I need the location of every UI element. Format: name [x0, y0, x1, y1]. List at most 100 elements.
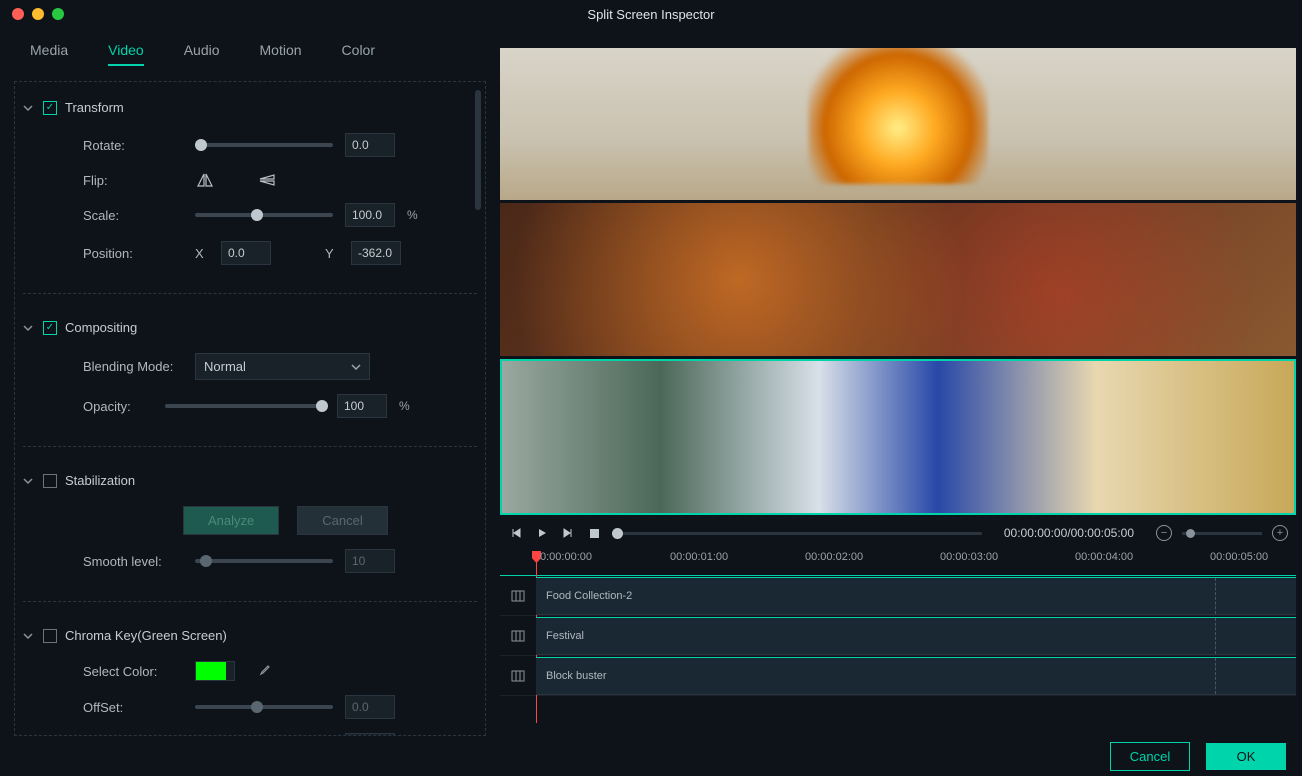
- close-window[interactable]: [12, 8, 24, 20]
- y-label: Y: [325, 246, 339, 261]
- flip-label: Flip:: [83, 173, 183, 188]
- scale-label: Scale:: [83, 208, 183, 223]
- preview-strip-3[interactable]: [500, 359, 1296, 515]
- scrollbar[interactable]: [475, 90, 481, 210]
- opacity-label: Opacity:: [83, 399, 153, 414]
- stabilization-checkbox[interactable]: ✓: [43, 474, 57, 488]
- preview-viewport: [500, 48, 1296, 515]
- x-label: X: [195, 246, 209, 261]
- ruler-tick: 00:00:03:00: [940, 551, 998, 563]
- offset-slider[interactable]: [195, 705, 333, 709]
- track-clip[interactable]: Festival: [536, 617, 1296, 655]
- chromakey-checkbox[interactable]: ✓: [43, 629, 57, 643]
- smooth-slider[interactable]: [195, 559, 333, 563]
- track-icon[interactable]: [500, 670, 536, 682]
- track-clip[interactable]: Block buster: [536, 657, 1296, 695]
- position-x-input[interactable]: [221, 241, 271, 265]
- rotate-input[interactable]: [345, 133, 395, 157]
- next-frame-button[interactable]: [560, 525, 576, 541]
- stabilization-cancel-button[interactable]: Cancel: [297, 506, 387, 535]
- track-icon[interactable]: [500, 590, 536, 602]
- clip-name: Festival: [546, 630, 584, 642]
- color-swatch[interactable]: [195, 661, 235, 681]
- section-transform: ✓ Transform Rotate: Flip: Sca: [23, 92, 477, 294]
- timeline: 0:00:00:00 00:00:01:00 00:00:02:00 00:00…: [500, 551, 1296, 736]
- flip-vertical-icon[interactable]: [257, 171, 277, 189]
- section-title: Transform: [65, 100, 124, 115]
- inspector-panel: Media Video Audio Motion Color ✓ Transfo…: [0, 28, 500, 736]
- section-head[interactable]: ✓ Transform: [23, 92, 477, 123]
- section-title: Stabilization: [65, 473, 135, 488]
- ok-button[interactable]: OK: [1206, 743, 1286, 770]
- tab-media[interactable]: Media: [30, 42, 68, 66]
- preview-strip-2[interactable]: [500, 203, 1296, 355]
- ruler-tick: 00:00:05:00: [1210, 551, 1268, 563]
- tracks: Food Collection-2 Festival Block buster: [500, 575, 1296, 696]
- prev-frame-button[interactable]: [508, 525, 524, 541]
- tab-motion[interactable]: Motion: [260, 42, 302, 66]
- opacity-input[interactable]: [337, 394, 387, 418]
- track-icon[interactable]: [500, 630, 536, 642]
- offset-label: OffSet:: [83, 700, 183, 715]
- select-color-label: Select Color:: [83, 664, 183, 679]
- chevron-down-icon: [23, 476, 35, 486]
- section-title: Compositing: [65, 320, 137, 335]
- scale-suffix: %: [407, 208, 418, 222]
- ruler-tick: 00:00:04:00: [1075, 551, 1133, 563]
- titlebar: Split Screen Inspector: [0, 0, 1302, 28]
- inspector-tabs: Media Video Audio Motion Color: [14, 28, 486, 77]
- tab-color[interactable]: Color: [342, 42, 375, 66]
- cancel-button[interactable]: Cancel: [1110, 742, 1190, 771]
- section-stabilization: ✓ Stabilization Analyze Cancel Smooth le…: [23, 465, 477, 602]
- ruler-tick: 0:00:00:00: [540, 551, 592, 563]
- maximize-window[interactable]: [52, 8, 64, 20]
- transform-checkbox[interactable]: ✓: [43, 101, 57, 115]
- minimize-window[interactable]: [32, 8, 44, 20]
- scale-input[interactable]: [345, 203, 395, 227]
- preview-strip-1[interactable]: [500, 48, 1296, 200]
- zoom-out-button[interactable]: −: [1156, 525, 1172, 541]
- stop-button[interactable]: [586, 525, 602, 541]
- timeline-ruler[interactable]: 0:00:00:00 00:00:01:00 00:00:02:00 00:00…: [500, 551, 1296, 575]
- zoom-slider[interactable]: [1182, 532, 1262, 535]
- scale-slider[interactable]: [195, 213, 333, 217]
- eyedropper-icon[interactable]: [257, 664, 271, 678]
- blend-mode-select[interactable]: Normal: [195, 353, 370, 380]
- footer: Cancel OK: [0, 736, 1302, 776]
- track-row: Festival: [500, 616, 1296, 656]
- flip-horizontal-icon[interactable]: [195, 171, 215, 189]
- opacity-slider[interactable]: [165, 404, 325, 408]
- tab-audio[interactable]: Audio: [184, 42, 220, 66]
- tab-video[interactable]: Video: [108, 42, 144, 66]
- section-head[interactable]: ✓ Chroma Key(Green Screen): [23, 620, 477, 651]
- ruler-tick: 00:00:02:00: [805, 551, 863, 563]
- tolerance-input[interactable]: [345, 733, 395, 736]
- rotate-slider[interactable]: [195, 143, 333, 147]
- smooth-input[interactable]: [345, 549, 395, 573]
- section-chromakey: ✓ Chroma Key(Green Screen) Select Color:…: [23, 620, 477, 736]
- rotate-label: Rotate:: [83, 138, 183, 153]
- playback-bar: 00:00:00:00/00:00:05:00 − +: [500, 515, 1296, 551]
- zoom-in-button[interactable]: +: [1272, 525, 1288, 541]
- position-y-input[interactable]: [351, 241, 401, 265]
- window-controls: [12, 8, 64, 20]
- track-clip[interactable]: Food Collection-2: [536, 577, 1296, 615]
- clip-name: Food Collection-2: [546, 590, 632, 602]
- playback-track[interactable]: [612, 532, 982, 535]
- play-button[interactable]: [534, 525, 550, 541]
- ruler-tick: 00:00:01:00: [670, 551, 728, 563]
- chevron-down-icon: [351, 364, 361, 370]
- section-title: Chroma Key(Green Screen): [65, 628, 227, 643]
- chevron-down-icon: [23, 103, 35, 113]
- chevron-down-icon: [23, 323, 35, 333]
- section-head[interactable]: ✓ Stabilization: [23, 465, 477, 496]
- compositing-checkbox[interactable]: ✓: [43, 321, 57, 335]
- track-row: Food Collection-2: [500, 576, 1296, 616]
- blend-value: Normal: [204, 359, 246, 374]
- smooth-label: Smooth level:: [83, 554, 183, 569]
- section-head[interactable]: ✓ Compositing: [23, 312, 477, 343]
- blend-label: Blending Mode:: [83, 359, 183, 374]
- position-label: Position:: [83, 246, 183, 261]
- offset-input[interactable]: [345, 695, 395, 719]
- analyze-button[interactable]: Analyze: [183, 506, 279, 535]
